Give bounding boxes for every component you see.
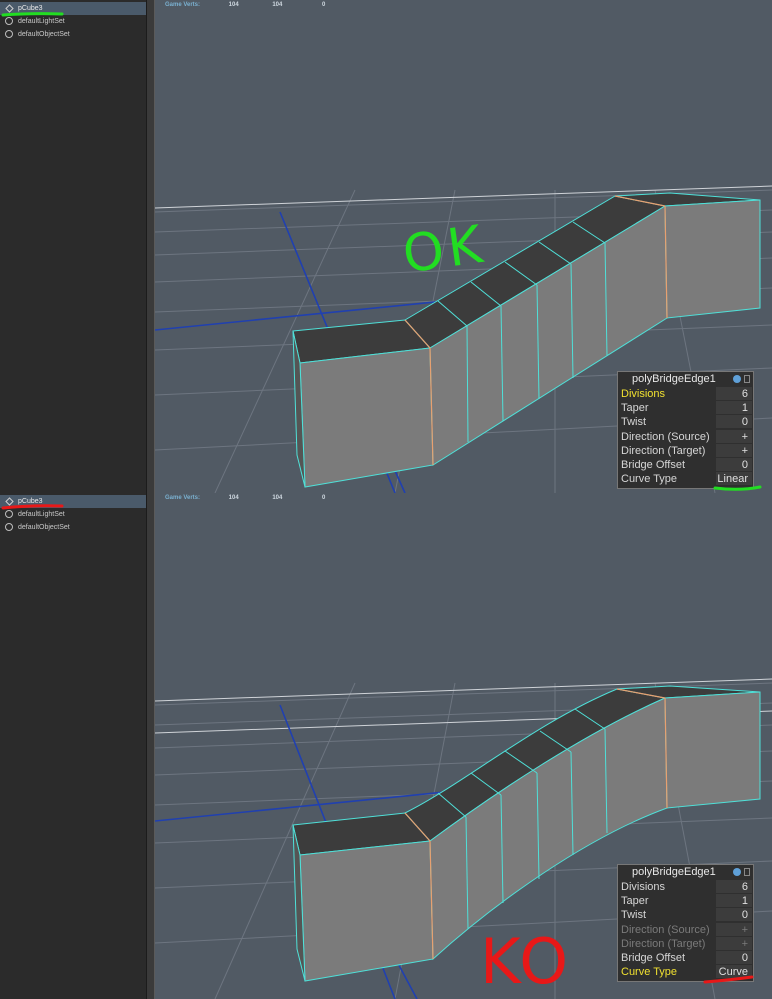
set-icon — [5, 523, 13, 531]
viewport-pane-bottom: pCube3 defaultLightSet defaultObjectSet — [0, 493, 772, 999]
panel-splitter[interactable] — [146, 0, 155, 493]
set-icon — [5, 30, 13, 38]
red-underline-marker — [1, 504, 64, 510]
3d-viewport[interactable]: Game Verts: 104 104 0 KO polyBridgeEdge1… — [155, 493, 772, 999]
outliner-panel: pCube3 defaultLightSet defaultObjectSet — [0, 493, 146, 999]
outliner-panel: pCube3 defaultLightSet defaultObjectSet — [0, 0, 146, 493]
red-underline-marker — [703, 975, 754, 984]
green-underline-marker — [1, 12, 64, 17]
panel-splitter[interactable] — [146, 493, 155, 999]
green-underline-marker — [713, 485, 762, 491]
3d-viewport[interactable]: Game Verts: 104 104 0 OK polyBridgeEdge1… — [155, 0, 772, 493]
viewport-pane-top: pCube3 defaultLightSet defaultObjectSet — [0, 0, 772, 493]
